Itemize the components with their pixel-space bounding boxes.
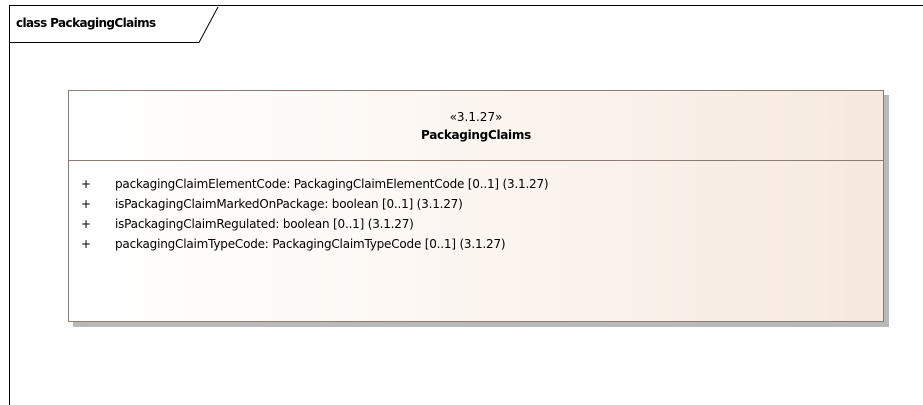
attribute-row[interactable]: + isPackagingClaimRegulated: boolean [0.… [69,214,883,234]
attribute-row[interactable]: + packagingClaimElementCode: PackagingCl… [69,174,883,194]
class-stereotype: «3.1.27» [449,110,503,124]
class-name: PackagingClaims [421,128,531,142]
attribute-visibility: + [81,197,92,211]
attribute-text: isPackagingClaimMarkedOnPackage: boolean… [115,197,463,211]
attribute-visibility: + [81,177,92,191]
attribute-visibility: + [81,217,92,231]
attribute-visibility: + [81,237,92,251]
attribute-row[interactable]: + isPackagingClaimMarkedOnPackage: boole… [69,194,883,214]
class-header: «3.1.27» PackagingClaims [69,91,883,161]
attribute-text: packagingClaimTypeCode: PackagingClaimTy… [115,237,506,251]
attributes-compartment: + packagingClaimElementCode: PackagingCl… [69,161,883,254]
attribute-text: packagingClaimElementCode: PackagingClai… [115,177,549,191]
attribute-row[interactable]: + packagingClaimTypeCode: PackagingClaim… [69,234,883,254]
attribute-text: isPackagingClaimRegulated: boolean [0..1… [115,217,414,231]
diagram-frame-tab: class PackagingClaims [9,5,219,43]
class-element-packaging-claims[interactable]: «3.1.27» PackagingClaims + packagingClai… [68,90,884,322]
frame-label: class PackagingClaims [16,16,156,30]
